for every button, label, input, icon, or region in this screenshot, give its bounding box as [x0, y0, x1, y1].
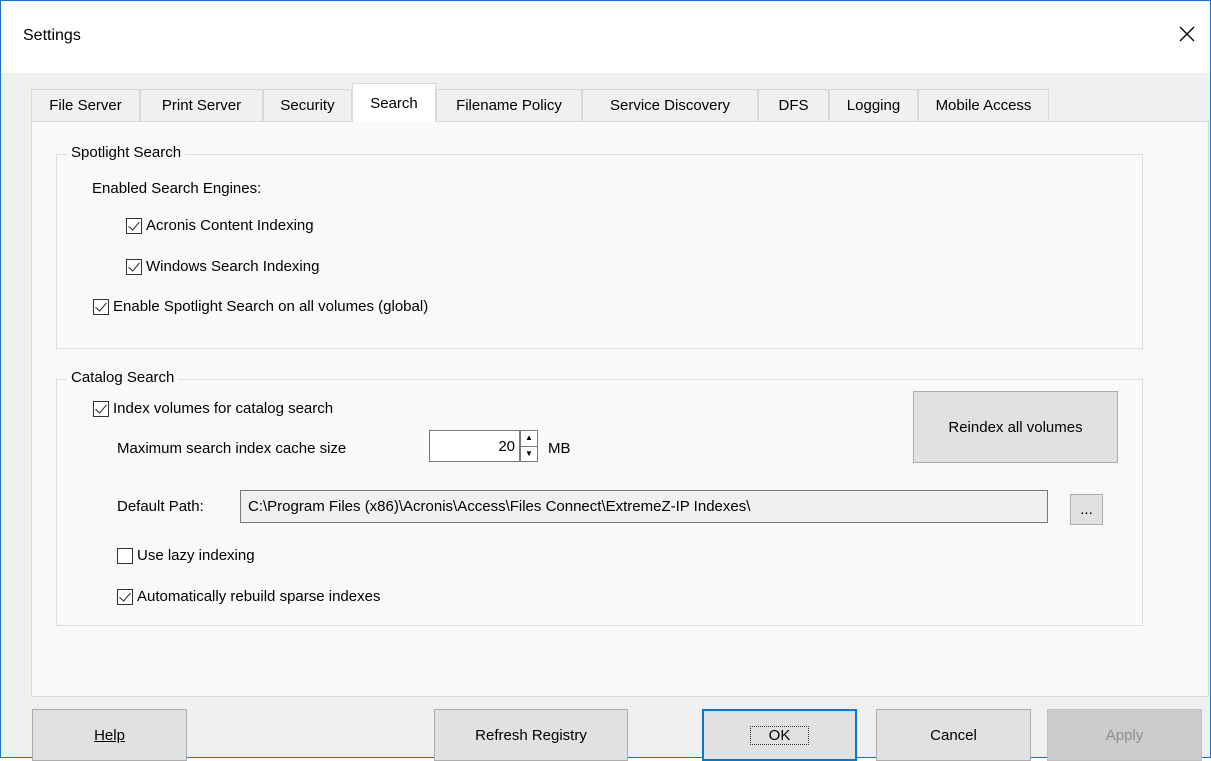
- apply-button[interactable]: Apply: [1047, 709, 1202, 761]
- ok-button-label: OK: [749, 725, 810, 745]
- default-path-field[interactable]: C:\Program Files (x86)\Acronis\Access\Fi…: [240, 490, 1048, 523]
- checkbox-box: [117, 588, 133, 605]
- tab-file-server[interactable]: File Server: [31, 89, 140, 121]
- checkbox-box: [93, 298, 109, 315]
- settings-dialog: Settings File Server Print Server Securi…: [0, 0, 1211, 761]
- search-tab-panel: Spotlight Search Enabled Search Engines:…: [31, 121, 1209, 697]
- cache-size-unit: MB: [548, 440, 571, 457]
- default-path-label: Default Path:: [117, 498, 204, 515]
- acronis-indexing-label: Acronis Content Indexing: [146, 217, 314, 234]
- spotlight-search-heading: Spotlight Search: [67, 144, 186, 161]
- lazy-indexing-label: Use lazy indexing: [137, 547, 255, 564]
- tab-logging[interactable]: Logging: [829, 89, 918, 121]
- checkbox-box: [126, 258, 142, 275]
- index-volumes-checkbox[interactable]: Index volumes for catalog search: [93, 400, 333, 417]
- help-button[interactable]: Help: [32, 709, 187, 761]
- refresh-registry-button[interactable]: Refresh Registry: [434, 709, 628, 761]
- catalog-search-heading: Catalog Search: [67, 369, 179, 386]
- ok-button[interactable]: OK: [702, 709, 857, 761]
- checkbox-box: [126, 217, 142, 234]
- browse-path-button[interactable]: ...: [1070, 494, 1103, 525]
- close-button[interactable]: [1170, 17, 1204, 51]
- enabled-engines-label: Enabled Search Engines:: [92, 180, 262, 197]
- checkbox-box: [117, 547, 133, 564]
- tab-print-server[interactable]: Print Server: [140, 89, 263, 121]
- lazy-indexing-checkbox[interactable]: Use lazy indexing: [117, 547, 255, 564]
- index-volumes-label: Index volumes for catalog search: [113, 400, 334, 417]
- tab-security[interactable]: Security: [263, 89, 352, 121]
- rebuild-sparse-label: Automatically rebuild sparse indexes: [137, 588, 381, 605]
- dialog-client-area: File Server Print Server Security Search…: [1, 73, 1210, 761]
- checkbox-box: [93, 400, 109, 417]
- rebuild-sparse-checkbox[interactable]: Automatically rebuild sparse indexes: [117, 588, 380, 605]
- global-spotlight-checkbox[interactable]: Enable Spotlight Search on all volumes (…: [93, 298, 428, 315]
- spin-down-icon[interactable]: ▼: [521, 445, 537, 462]
- cache-size-stepper[interactable]: ▲ ▼: [520, 430, 538, 462]
- tab-mobile-access[interactable]: Mobile Access: [918, 89, 1049, 121]
- catalog-search-group: Catalog Search Index volumes for catalog…: [56, 369, 1143, 626]
- close-icon: [1179, 26, 1195, 42]
- windows-indexing-label: Windows Search Indexing: [146, 258, 320, 275]
- windows-indexing-checkbox[interactable]: Windows Search Indexing: [126, 258, 319, 275]
- cancel-button[interactable]: Cancel: [876, 709, 1031, 761]
- cache-size-label: Maximum search index cache size: [117, 440, 347, 457]
- spotlight-search-group: Spotlight Search Enabled Search Engines:…: [56, 144, 1143, 349]
- reindex-all-button[interactable]: Reindex all volumes: [913, 391, 1118, 463]
- acronis-indexing-checkbox[interactable]: Acronis Content Indexing: [126, 217, 314, 234]
- title-bar: Settings: [1, 1, 1210, 73]
- cache-size-input[interactable]: 20: [429, 430, 520, 462]
- spin-up-icon[interactable]: ▲: [521, 431, 537, 446]
- window-title: Settings: [23, 27, 81, 44]
- tab-search[interactable]: Search: [352, 83, 436, 122]
- tab-filename-policy[interactable]: Filename Policy: [436, 89, 582, 121]
- tab-dfs[interactable]: DFS: [758, 89, 829, 121]
- tab-service-discovery[interactable]: Service Discovery: [582, 89, 758, 121]
- global-spotlight-label: Enable Spotlight Search on all volumes (…: [113, 298, 429, 315]
